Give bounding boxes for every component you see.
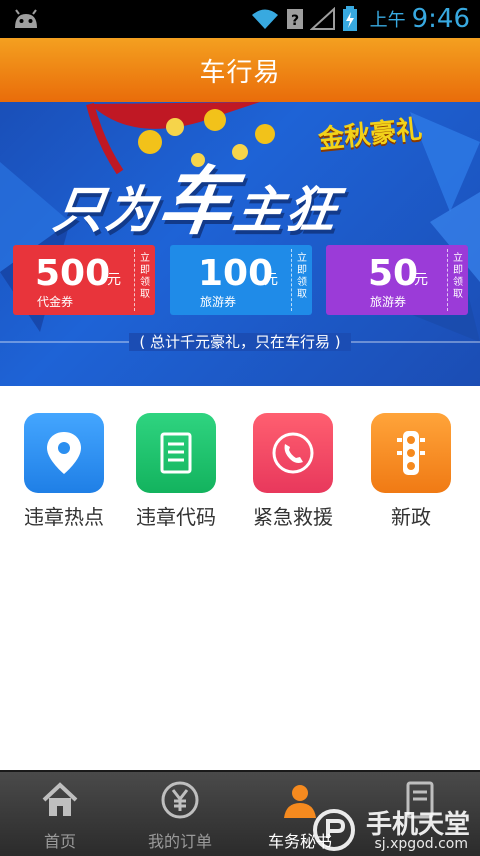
promo-banner[interactable]: 金秋豪礼 只为车主狂 500 元 代金券 立即领取 100 元 旅游券 立即领取…	[0, 102, 480, 386]
coupon-100[interactable]: 100 元 旅游券 立即领取	[170, 245, 312, 315]
coupon-amount: 50	[368, 253, 419, 294]
coupon-divider	[447, 249, 448, 311]
sim-unknown-icon: ?	[286, 9, 303, 29]
status-time: 9:46	[411, 4, 470, 34]
coupon-divider	[134, 249, 135, 311]
coupon-type: 旅游券	[200, 295, 237, 309]
watermark: 手机天堂 sj.xpgod.com	[300, 806, 476, 854]
coupon-divider	[291, 249, 292, 311]
location-pin-icon	[47, 432, 81, 474]
signal-icon	[309, 7, 335, 30]
status-ampm: 上午	[369, 10, 406, 31]
service-label: 新政	[391, 505, 431, 529]
banner-footer: ( 总计千元豪礼，只在车行易 )	[0, 331, 480, 352]
coupon-side-label: 立即领取	[297, 253, 307, 300]
tab-home[interactable]: 首页	[0, 772, 120, 856]
watermark-url: sj.xpgod.com	[374, 836, 469, 852]
coupon-unit: 元	[264, 272, 278, 288]
coupon-unit: 元	[414, 272, 428, 288]
service-violation-hotspots[interactable]: 违章热点	[9, 413, 119, 530]
service-tile[interactable]	[24, 413, 104, 493]
headline-big: 车	[153, 159, 242, 245]
service-tile[interactable]	[253, 413, 333, 493]
coupon-50[interactable]: 50 元 旅游券 立即领取	[326, 245, 468, 315]
coupon-side-label: 立即领取	[453, 253, 463, 300]
service-label: 紧急救援	[253, 505, 333, 529]
coupon-type: 旅游券	[370, 295, 407, 309]
tab-label: 我的订单	[147, 832, 212, 851]
service-new-policy[interactable]: 新政	[356, 413, 466, 530]
coupon-type: 代金券	[37, 295, 74, 309]
service-emergency-rescue[interactable]: 紧急救援	[238, 413, 348, 530]
wifi-icon	[251, 9, 278, 29]
document-list-icon	[160, 432, 192, 474]
service-tile[interactable]	[136, 413, 216, 493]
coupon-amount: 500	[35, 253, 111, 294]
coupon-amount: 100	[198, 253, 274, 294]
yen-icon	[161, 781, 199, 819]
battery-charging-icon	[342, 6, 357, 31]
coupon-500[interactable]: 500 元 代金券 立即领取	[13, 245, 155, 315]
coupon-unit: 元	[107, 272, 121, 288]
service-violation-codes[interactable]: 违章代码	[121, 413, 231, 530]
banner-headline: 只为车主狂	[48, 142, 347, 249]
traffic-light-icon	[397, 431, 425, 475]
coupon-side-label: 立即领取	[140, 253, 150, 300]
status-bar: ? 上午 9:46	[0, 0, 480, 38]
android-icon	[15, 9, 37, 28]
page-title: 车行易	[199, 57, 281, 88]
watermark-logo-icon	[313, 809, 355, 851]
tab-label: 首页	[43, 832, 76, 851]
title-bar: 车行易	[0, 38, 480, 102]
banner-footer-text: ( 总计千元豪礼，只在车行易 )	[129, 333, 351, 351]
headline-part2: 主狂	[229, 181, 343, 239]
service-tile[interactable]	[371, 413, 451, 493]
home-icon	[42, 782, 78, 816]
service-label: 违章代码	[136, 505, 216, 529]
service-label: 违章热点	[24, 505, 104, 529]
phone-icon	[272, 432, 314, 474]
svg-text:?: ?	[291, 13, 299, 29]
tab-my-orders[interactable]: 我的订单	[120, 772, 240, 856]
headline-part1: 只为	[49, 181, 163, 239]
